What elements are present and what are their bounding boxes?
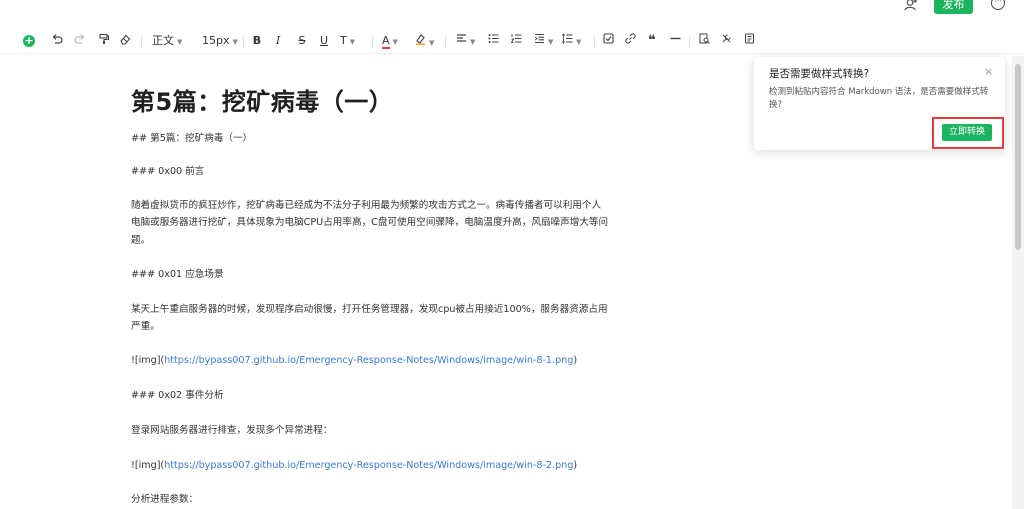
font-color-button[interactable]: A ▼ — [382, 33, 406, 49]
toolbar-divider — [141, 36, 142, 48]
link-icon[interactable] — [624, 33, 636, 49]
chevron-down-icon: ▼ — [177, 38, 183, 46]
chevron-down-icon: ▼ — [392, 38, 398, 46]
publish-button[interactable]: 发布 — [934, 0, 973, 14]
toolbar-divider — [689, 36, 690, 48]
font-size-select[interactable]: 15px ▼ — [202, 33, 240, 49]
format-painter-icon[interactable] — [97, 33, 111, 49]
save-icon[interactable] — [743, 33, 755, 49]
popup-message: 检测到粘贴内容符合 Markdown 语法，是否需要做样式转换? — [769, 87, 989, 110]
toolbar-divider — [445, 36, 446, 48]
chevron-down-icon: ▼ — [470, 38, 476, 46]
insert-plus-icon[interactable]: + — [23, 35, 35, 47]
highlighter-icon — [416, 34, 425, 45]
image-markdown-line[interactable]: ![img](https://bypass007.github.io/Emerg… — [131, 457, 577, 474]
popup-title: 是否需要做样式转换? — [769, 68, 870, 80]
text-effects-label: T — [340, 34, 347, 47]
paragraph-h3-preface[interactable]: ### 0x00 前言 — [131, 163, 204, 180]
bullet-list-icon[interactable] — [487, 33, 499, 49]
eraser-icon[interactable] — [118, 33, 132, 49]
paragraph-style-label: 正文 — [152, 34, 174, 47]
scrollbar-thumb[interactable] — [1015, 64, 1021, 250]
indent-button[interactable]: ▼ — [534, 33, 556, 49]
editor-toolbar: + 正文 ▼ 15px ▼ B I S U T ▼ A ▼ ▼ ▼ ▼ ▼ ❝ — [0, 28, 1024, 54]
align-left-icon — [457, 34, 466, 42]
line-height-button[interactable]: ▼ — [561, 33, 586, 49]
close-icon[interactable]: × — [984, 65, 993, 78]
paragraph-h3-analysis[interactable]: ### 0x02 事件分析 — [131, 387, 224, 404]
paragraph-body[interactable]: 严重。 — [131, 318, 160, 335]
image-syntax-suffix: ) — [573, 460, 578, 471]
image-link[interactable]: https://bypass007.github.io/Emergency-Re… — [164, 460, 573, 471]
toolbar-divider — [243, 36, 244, 48]
underline-button[interactable]: U — [318, 33, 330, 49]
paragraph-body[interactable]: 分析进程参数： — [131, 491, 198, 508]
chevron-down-icon: ▼ — [429, 39, 435, 47]
quote-button[interactable]: ❝ — [646, 33, 658, 49]
paragraph-body[interactable]: 电脑或服务器进行挖矿，具体现象为电脑CPU占用率高，C盘可使用空间骤降，电脑温度… — [131, 214, 608, 231]
vertical-scrollbar[interactable] — [1012, 56, 1024, 509]
image-syntax-prefix: ![img]( — [131, 355, 165, 366]
highlight-button[interactable]: ▼ — [415, 33, 439, 49]
paragraph-h3-scenario[interactable]: ### 0x01 应急场景 — [131, 266, 224, 283]
tools-icon[interactable] — [720, 33, 732, 49]
font-color-label: A — [382, 34, 390, 49]
toolbar-divider — [372, 36, 373, 48]
paragraph-body[interactable]: 题。 — [131, 232, 150, 249]
document-title[interactable]: 第5篇：挖矿病毒（一） — [131, 82, 393, 117]
image-link[interactable]: https://bypass007.github.io/Emergency-Re… — [164, 355, 573, 366]
chevron-down-icon: ▼ — [232, 38, 238, 46]
horizontal-rule-icon[interactable] — [669, 33, 681, 49]
chevron-down-icon: ▼ — [349, 38, 356, 46]
more-icon[interactable]: ··· — [991, 0, 1005, 10]
align-button[interactable]: ▼ — [456, 33, 478, 49]
paragraph-body[interactable]: 登录网站服务器进行排查，发现多个异常进程： — [131, 422, 332, 439]
chevron-down-icon: ▼ — [548, 38, 554, 46]
checkbox-icon[interactable] — [602, 33, 614, 49]
image-syntax-suffix: ) — [573, 355, 578, 366]
add-user-icon[interactable] — [904, 0, 920, 14]
text-effects-button[interactable]: T ▼ — [340, 33, 364, 49]
strikethrough-button[interactable]: S — [296, 33, 308, 49]
line-height-icon — [561, 33, 573, 44]
chevron-down-icon: ▼ — [576, 38, 582, 46]
paragraph-style-select[interactable]: 正文 ▼ — [152, 33, 188, 49]
search-doc-icon[interactable] — [698, 33, 710, 49]
font-size-label: 15px — [202, 34, 230, 47]
top-bar: 发布 ··· — [0, 0, 1024, 24]
undo-icon[interactable] — [50, 33, 64, 49]
italic-button[interactable]: I — [272, 33, 284, 49]
annotation-highlight-box — [932, 117, 1004, 149]
indent-icon — [534, 33, 544, 44]
image-syntax-prefix: ![img]( — [131, 460, 165, 471]
paragraph-h2-line[interactable]: ## 第5篇：挖矿病毒（一） — [131, 130, 252, 147]
numbered-list-icon[interactable] — [510, 33, 522, 49]
paragraph-body[interactable]: 某天上午重启服务器的时候，发现程序启动很慢，打开任务管理器，发现cpu被占用接近… — [131, 301, 608, 318]
paragraph-body[interactable]: 随着虚拟货币的疯狂炒作，挖矿病毒已经成为不法分子利用最为频繁的攻击方式之一。病毒… — [131, 197, 601, 214]
toolbar-divider — [594, 36, 595, 48]
image-markdown-line[interactable]: ![img](https://bypass007.github.io/Emerg… — [131, 352, 577, 369]
redo-icon[interactable] — [73, 33, 87, 49]
bold-button[interactable]: B — [251, 33, 263, 49]
